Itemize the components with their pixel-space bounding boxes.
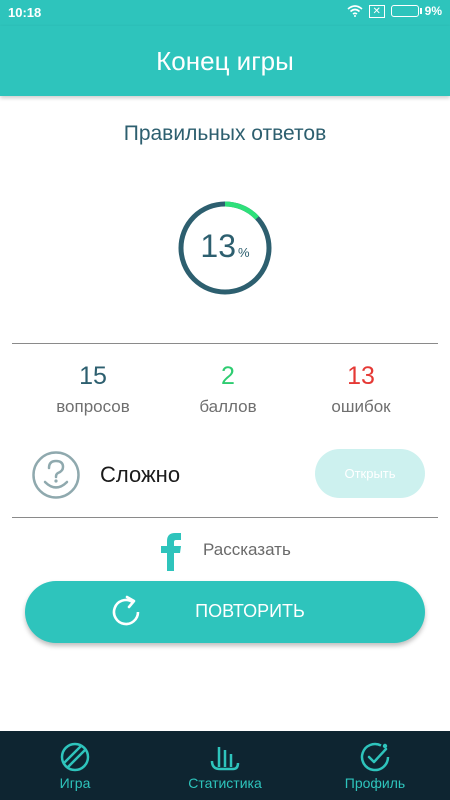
divider-top (12, 343, 438, 344)
open-button[interactable]: Открыть (315, 449, 425, 498)
divider-bottom (12, 517, 438, 518)
stat-errors: 13 ошибок (286, 362, 436, 417)
status-bar: 10:18 ✕ 9% (0, 0, 450, 26)
wifi-icon (347, 5, 363, 17)
stat-label: баллов (199, 397, 257, 416)
nav-label: Профиль (344, 775, 406, 791)
status-time: 10:18 (8, 5, 42, 20)
facebook-icon[interactable] (157, 531, 185, 571)
battery-icon (390, 5, 422, 17)
stat-label: ошибок (331, 397, 391, 416)
stat-value: 2 (221, 362, 235, 390)
percent-value: 13 (200, 228, 237, 264)
difficulty-label: Сложно (100, 462, 181, 487)
page-title: Конец игры (156, 45, 294, 76)
repeat-label: ПОВТОРИТЬ (195, 601, 305, 621)
stat-points: 2 баллов (153, 362, 303, 417)
nav-label: Статистика (188, 775, 262, 791)
stat-label: вопросов (56, 397, 130, 416)
nav-item-stats[interactable]: Статистика (150, 731, 300, 800)
stat-value: 13 (347, 362, 375, 390)
game-icon (60, 742, 90, 772)
bottom-nav: Игра Статистика Профиль (0, 731, 450, 800)
status-icons: ✕ 9% (347, 4, 442, 18)
question-smile-icon (32, 451, 80, 499)
stats-icon (210, 747, 240, 771)
nav-item-game[interactable]: Игра (0, 731, 150, 800)
nav-label: Игра (59, 775, 91, 791)
battery-level: 9% (424, 4, 442, 18)
no-sim-icon: ✕ (368, 4, 385, 18)
result-title: Правильных ответов (123, 122, 327, 145)
stat-questions: 15 вопросов (18, 362, 168, 417)
stat-value: 15 (79, 362, 107, 390)
repeat-button[interactable]: ПОВТОРИТЬ (25, 581, 425, 643)
nav-item-profile[interactable]: Профиль (300, 731, 450, 800)
share-label[interactable]: Рассказать (203, 540, 291, 560)
percent-sign: % (238, 245, 250, 260)
profile-icon (360, 742, 390, 772)
app-bar: Конец игры (0, 26, 450, 96)
gauge-value: 13% (175, 228, 275, 265)
